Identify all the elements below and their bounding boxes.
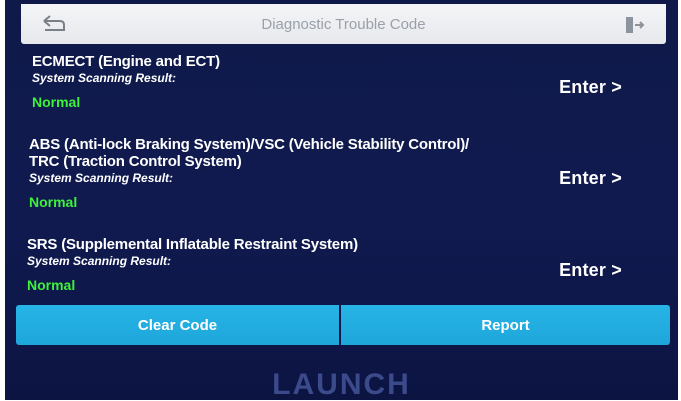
title-bar: Diagnostic Trouble Code bbox=[21, 4, 666, 44]
clear-code-button[interactable]: Clear Code bbox=[16, 305, 339, 345]
scan-result-label: System Scanning Result: bbox=[32, 71, 177, 85]
enter-button[interactable]: Enter > bbox=[559, 168, 622, 189]
system-name: ABS (Anti-lock Braking System)/VSC (Vehi… bbox=[29, 136, 469, 153]
status-normal: Normal bbox=[27, 277, 76, 293]
scan-result-label: System Scanning Result: bbox=[27, 254, 172, 268]
page-title: Diagnostic Trouble Code bbox=[261, 16, 426, 33]
status-normal: Normal bbox=[29, 194, 78, 210]
report-button[interactable]: Report bbox=[341, 305, 670, 345]
brand-logo: LAUNCH bbox=[272, 368, 411, 400]
enter-button[interactable]: Enter > bbox=[559, 260, 622, 281]
exit-icon[interactable] bbox=[624, 15, 646, 35]
scan-result-label: System Scanning Result: bbox=[29, 171, 174, 185]
diagnostic-screen: Diagnostic Trouble Code ECMECT (Engine a… bbox=[5, 0, 678, 400]
system-name-line2: TRC (Traction Control System) bbox=[29, 153, 242, 170]
enter-button[interactable]: Enter > bbox=[559, 77, 622, 98]
system-name: ECMECT (Engine and ECT) bbox=[32, 53, 220, 70]
system-name: SRS (Supplemental Inflatable Restraint S… bbox=[27, 236, 358, 253]
status-normal: Normal bbox=[32, 94, 81, 110]
